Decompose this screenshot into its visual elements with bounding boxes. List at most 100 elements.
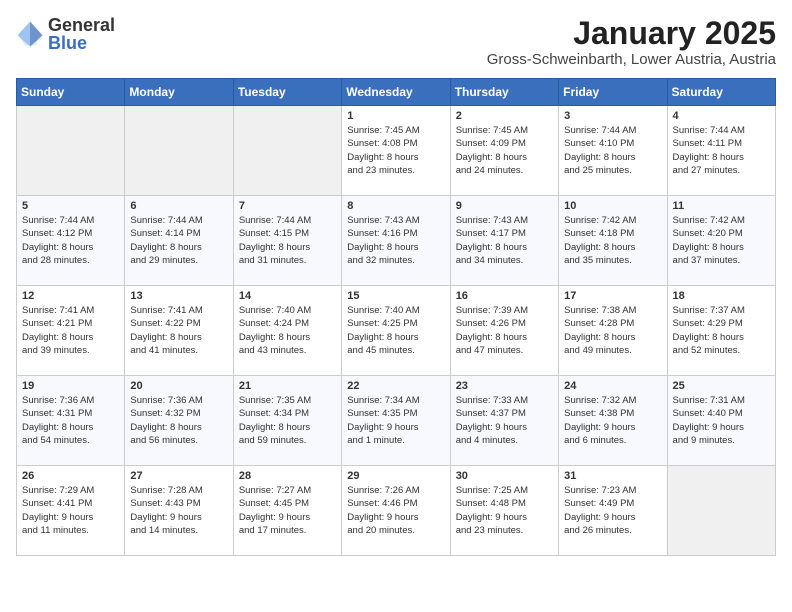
weekday-header-sunday: Sunday — [17, 79, 125, 106]
day-info: Sunrise: 7:38 AM Sunset: 4:28 PM Dayligh… — [564, 304, 661, 357]
calendar-cell: 16Sunrise: 7:39 AM Sunset: 4:26 PM Dayli… — [450, 286, 558, 376]
title-area: January 2025 Gross-Schweinbarth, Lower A… — [487, 16, 776, 68]
week-row-2: 5 Sunrise: 7:44 AM Sunset: 4:12 PM Daylig… — [17, 196, 776, 286]
day-info: Sunrise: 7:45 AM Sunset: 4:08 PM Dayligh… — [347, 124, 444, 177]
day-number: 3 — [564, 110, 661, 122]
calendar-cell: 29 Sunrise: 7:26 AM Sunset: 4:46 PM Dayli… — [342, 466, 450, 556]
calendar-cell: 21 Sunrise: 7:35 AM Sunset: 4:34 PM Dayli… — [233, 376, 341, 466]
calendar-cell: 12 Sunrise: 7:41 AM Sunset: 4:21 PM Dayli… — [17, 286, 125, 376]
day-number: 2 — [456, 110, 553, 122]
calendar-cell: 20Sunrise: 7:36 AM Sunset: 4:32 PM Dayli… — [125, 376, 233, 466]
calendar-cell: 17Sunrise: 7:38 AM Sunset: 4:28 PM Dayli… — [559, 286, 667, 376]
calendar-cell: 23 Sunrise: 7:33 AM Sunset: 4:37 PM Dayli… — [450, 376, 558, 466]
weekday-header-thursday: Thursday — [450, 79, 558, 106]
calendar-cell: 9Sunrise: 7:43 AM Sunset: 4:17 PM Daylig… — [450, 196, 558, 286]
day-number: 31 — [564, 470, 661, 482]
day-info: Sunrise: 7:33 AM Sunset: 4:37 PM Dayligh… — [456, 394, 553, 447]
calendar-cell: 18 Sunrise: 7:37 AM Sunset: 4:29 PM Dayli… — [667, 286, 775, 376]
logo-general: General — [48, 16, 115, 34]
calendar-cell: 11Sunrise: 7:42 AM Sunset: 4:20 PM Dayli… — [667, 196, 775, 286]
weekday-header-tuesday: Tuesday — [233, 79, 341, 106]
day-number: 6 — [130, 200, 227, 212]
calendar-table: SundayMondayTuesdayWednesdayThursdayFrid… — [16, 78, 776, 556]
day-info: Sunrise: 7:44 AM Sunset: 4:12 PM Dayligh… — [22, 214, 119, 267]
calendar-title: January 2025 — [487, 16, 776, 51]
day-info: Sunrise: 7:44 AM Sunset: 4:15 PM Dayligh… — [239, 214, 336, 267]
weekday-header-row: SundayMondayTuesdayWednesdayThursdayFrid… — [17, 79, 776, 106]
calendar-cell: 7 Sunrise: 7:44 AM Sunset: 4:15 PM Daylig… — [233, 196, 341, 286]
day-number: 26 — [22, 470, 119, 482]
day-number: 22 — [347, 380, 444, 392]
week-row-1: 1 Sunrise: 7:45 AM Sunset: 4:08 PM Daylig… — [17, 106, 776, 196]
calendar-cell: 24Sunrise: 7:32 AM Sunset: 4:38 PM Dayli… — [559, 376, 667, 466]
day-number: 30 — [456, 470, 553, 482]
day-number: 25 — [673, 380, 770, 392]
calendar-cell: 2Sunrise: 7:45 AM Sunset: 4:09 PM Daylig… — [450, 106, 558, 196]
weekday-header-friday: Friday — [559, 79, 667, 106]
calendar-cell: 8Sunrise: 7:43 AM Sunset: 4:16 PM Daylig… — [342, 196, 450, 286]
day-number: 29 — [347, 470, 444, 482]
calendar-cell — [17, 106, 125, 196]
logo: General Blue — [16, 16, 115, 52]
weekday-header-saturday: Saturday — [667, 79, 775, 106]
day-info: Sunrise: 7:41 AM Sunset: 4:21 PM Dayligh… — [22, 304, 119, 357]
day-info: Sunrise: 7:42 AM Sunset: 4:18 PM Dayligh… — [564, 214, 661, 267]
day-number: 1 — [347, 110, 444, 122]
calendar-subtitle: Gross-Schweinbarth, Lower Austria, Austr… — [487, 51, 776, 68]
day-number: 12 — [22, 290, 119, 302]
day-info: Sunrise: 7:34 AM Sunset: 4:35 PM Dayligh… — [347, 394, 444, 447]
day-number: 13 — [130, 290, 227, 302]
day-number: 23 — [456, 380, 553, 392]
day-info: Sunrise: 7:41 AM Sunset: 4:22 PM Dayligh… — [130, 304, 227, 357]
calendar-cell: 28 Sunrise: 7:27 AM Sunset: 4:45 PM Dayli… — [233, 466, 341, 556]
week-row-3: 12 Sunrise: 7:41 AM Sunset: 4:21 PM Dayli… — [17, 286, 776, 376]
day-number: 14 — [239, 290, 336, 302]
calendar-cell: 31 Sunrise: 7:23 AM Sunset: 4:49 PM Dayli… — [559, 466, 667, 556]
day-info: Sunrise: 7:40 AM Sunset: 4:24 PM Dayligh… — [239, 304, 336, 357]
weekday-header-wednesday: Wednesday — [342, 79, 450, 106]
day-number: 20 — [130, 380, 227, 392]
day-info: Sunrise: 7:35 AM Sunset: 4:34 PM Dayligh… — [239, 394, 336, 447]
day-number: 21 — [239, 380, 336, 392]
calendar-cell: 6Sunrise: 7:44 AM Sunset: 4:14 PM Daylig… — [125, 196, 233, 286]
calendar-cell: 13 Sunrise: 7:41 AM Sunset: 4:22 PM Dayli… — [125, 286, 233, 376]
day-number: 4 — [673, 110, 770, 122]
day-info: Sunrise: 7:44 AM Sunset: 4:11 PM Dayligh… — [673, 124, 770, 177]
calendar-cell: 15Sunrise: 7:40 AM Sunset: 4:25 PM Dayli… — [342, 286, 450, 376]
day-info: Sunrise: 7:36 AM Sunset: 4:31 PM Dayligh… — [22, 394, 119, 447]
day-info: Sunrise: 7:37 AM Sunset: 4:29 PM Dayligh… — [673, 304, 770, 357]
calendar-cell: 19Sunrise: 7:36 AM Sunset: 4:31 PM Dayli… — [17, 376, 125, 466]
day-info: Sunrise: 7:28 AM Sunset: 4:43 PM Dayligh… — [130, 484, 227, 537]
day-info: Sunrise: 7:26 AM Sunset: 4:46 PM Dayligh… — [347, 484, 444, 537]
calendar-cell: 10 Sunrise: 7:42 AM Sunset: 4:18 PM Dayli… — [559, 196, 667, 286]
calendar-cell — [667, 466, 775, 556]
calendar-cell: 14 Sunrise: 7:40 AM Sunset: 4:24 PM Dayli… — [233, 286, 341, 376]
calendar-cell: 3Sunrise: 7:44 AM Sunset: 4:10 PM Daylig… — [559, 106, 667, 196]
day-number: 5 — [22, 200, 119, 212]
day-info: Sunrise: 7:27 AM Sunset: 4:45 PM Dayligh… — [239, 484, 336, 537]
logo-text: General Blue — [48, 16, 115, 52]
day-number: 18 — [673, 290, 770, 302]
day-number: 28 — [239, 470, 336, 482]
day-number: 8 — [347, 200, 444, 212]
day-number: 27 — [130, 470, 227, 482]
logo-blue: Blue — [48, 34, 115, 52]
calendar-cell — [125, 106, 233, 196]
day-number: 10 — [564, 200, 661, 212]
weekday-header-monday: Monday — [125, 79, 233, 106]
calendar-cell: 5 Sunrise: 7:44 AM Sunset: 4:12 PM Daylig… — [17, 196, 125, 286]
day-info: Sunrise: 7:23 AM Sunset: 4:49 PM Dayligh… — [564, 484, 661, 537]
calendar-cell: 25 Sunrise: 7:31 AM Sunset: 4:40 PM Dayli… — [667, 376, 775, 466]
calendar-cell: 22 Sunrise: 7:34 AM Sunset: 4:35 PM Dayli… — [342, 376, 450, 466]
day-info: Sunrise: 7:25 AM Sunset: 4:48 PM Dayligh… — [456, 484, 553, 537]
day-number: 9 — [456, 200, 553, 212]
day-number: 11 — [673, 200, 770, 212]
calendar-cell: 1 Sunrise: 7:45 AM Sunset: 4:08 PM Daylig… — [342, 106, 450, 196]
day-info: Sunrise: 7:39 AM Sunset: 4:26 PM Dayligh… — [456, 304, 553, 357]
calendar-cell: 27 Sunrise: 7:28 AM Sunset: 4:43 PM Dayli… — [125, 466, 233, 556]
calendar-cell: 4 Sunrise: 7:44 AM Sunset: 4:11 PM Daylig… — [667, 106, 775, 196]
day-number: 15 — [347, 290, 444, 302]
day-number: 7 — [239, 200, 336, 212]
day-info: Sunrise: 7:31 AM Sunset: 4:40 PM Dayligh… — [673, 394, 770, 447]
week-row-4: 19Sunrise: 7:36 AM Sunset: 4:31 PM Dayli… — [17, 376, 776, 466]
